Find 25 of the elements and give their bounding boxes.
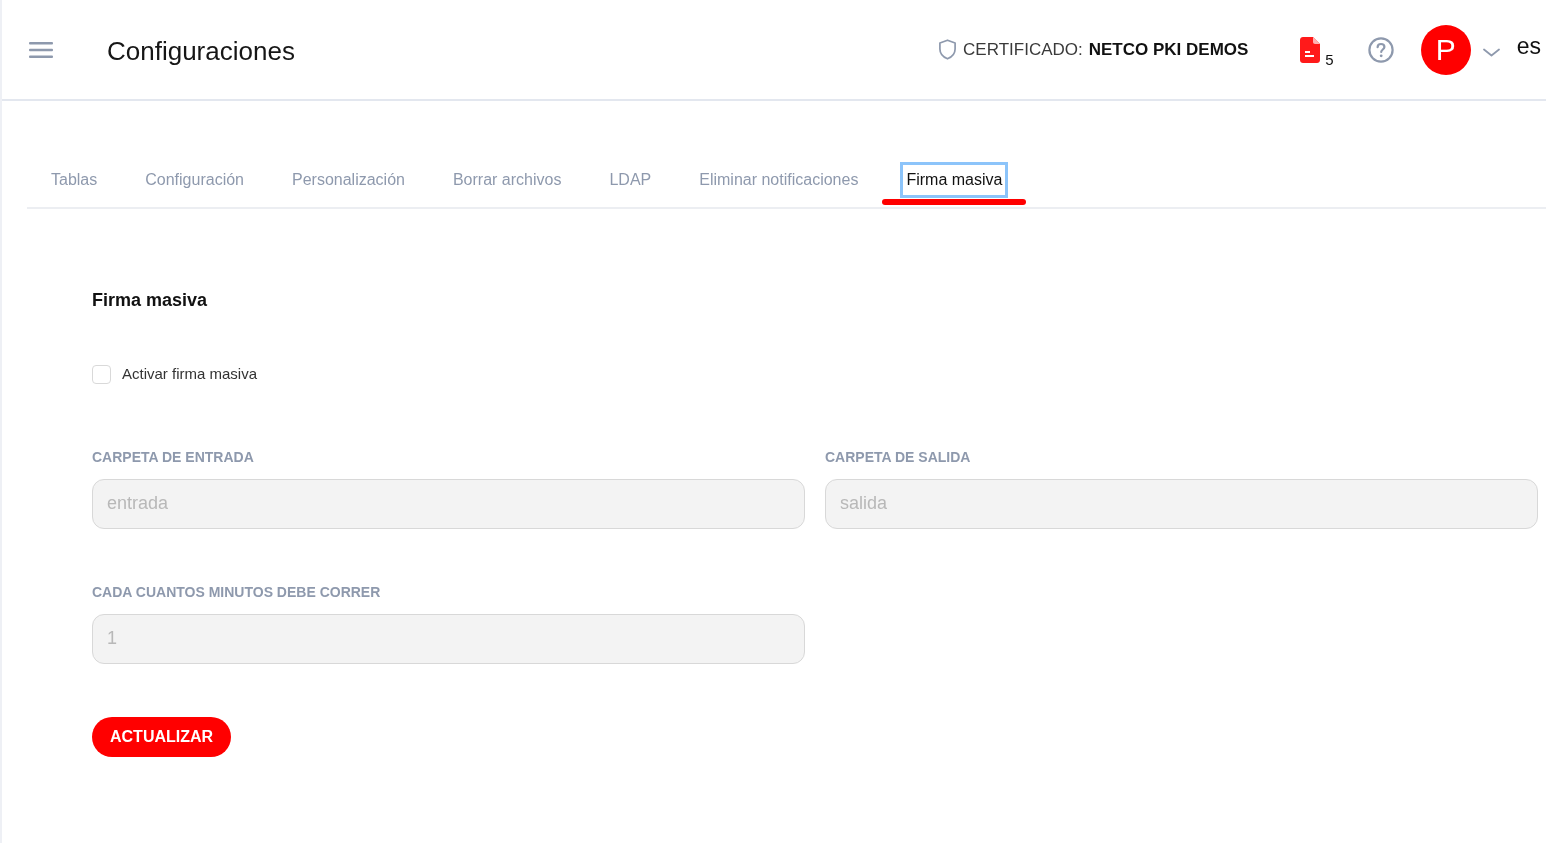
- field-label: CARPETA DE SALIDA: [825, 447, 972, 466]
- tab[interactable]: Firma masiva: [882, 153, 1027, 207]
- checkbox-label: Activar firma masiva: [122, 364, 258, 384]
- chevron-down-icon[interactable]: [1482, 48, 1500, 57]
- documents-button[interactable]: 5: [1300, 36, 1334, 63]
- tab[interactable]: Tablas: [27, 153, 122, 207]
- section-title: Firma masiva: [92, 289, 209, 311]
- field-label: CADA CUANTOS MINUTOS DEBE CORRER: [92, 582, 382, 601]
- tab[interactable]: Eliminar notificaciones: [675, 153, 883, 207]
- page-title: Configuraciones: [107, 37, 295, 64]
- tab[interactable]: Personalización: [268, 153, 429, 207]
- language-selector[interactable]: es: [1516, 35, 1541, 58]
- file-icon: [1300, 36, 1321, 63]
- field-label: CARPETA DE ENTRADA: [92, 447, 255, 466]
- avatar[interactable]: P: [1420, 24, 1471, 75]
- update-button[interactable]: ACTUALIZAR: [92, 716, 232, 757]
- tab[interactable]: Configuración: [121, 153, 268, 207]
- certificate-label: CERTIFICADO:: [963, 38, 1083, 61]
- menu-icon[interactable]: [29, 41, 53, 58]
- tab[interactable]: Borrar archivos: [428, 153, 586, 207]
- help-icon[interactable]: [1367, 36, 1394, 63]
- checkbox[interactable]: [92, 364, 111, 384]
- certificate-name: NETCO PKI DEMOS: [1088, 38, 1249, 61]
- tab[interactable]: LDAP: [585, 153, 676, 207]
- shield-icon: [938, 39, 958, 60]
